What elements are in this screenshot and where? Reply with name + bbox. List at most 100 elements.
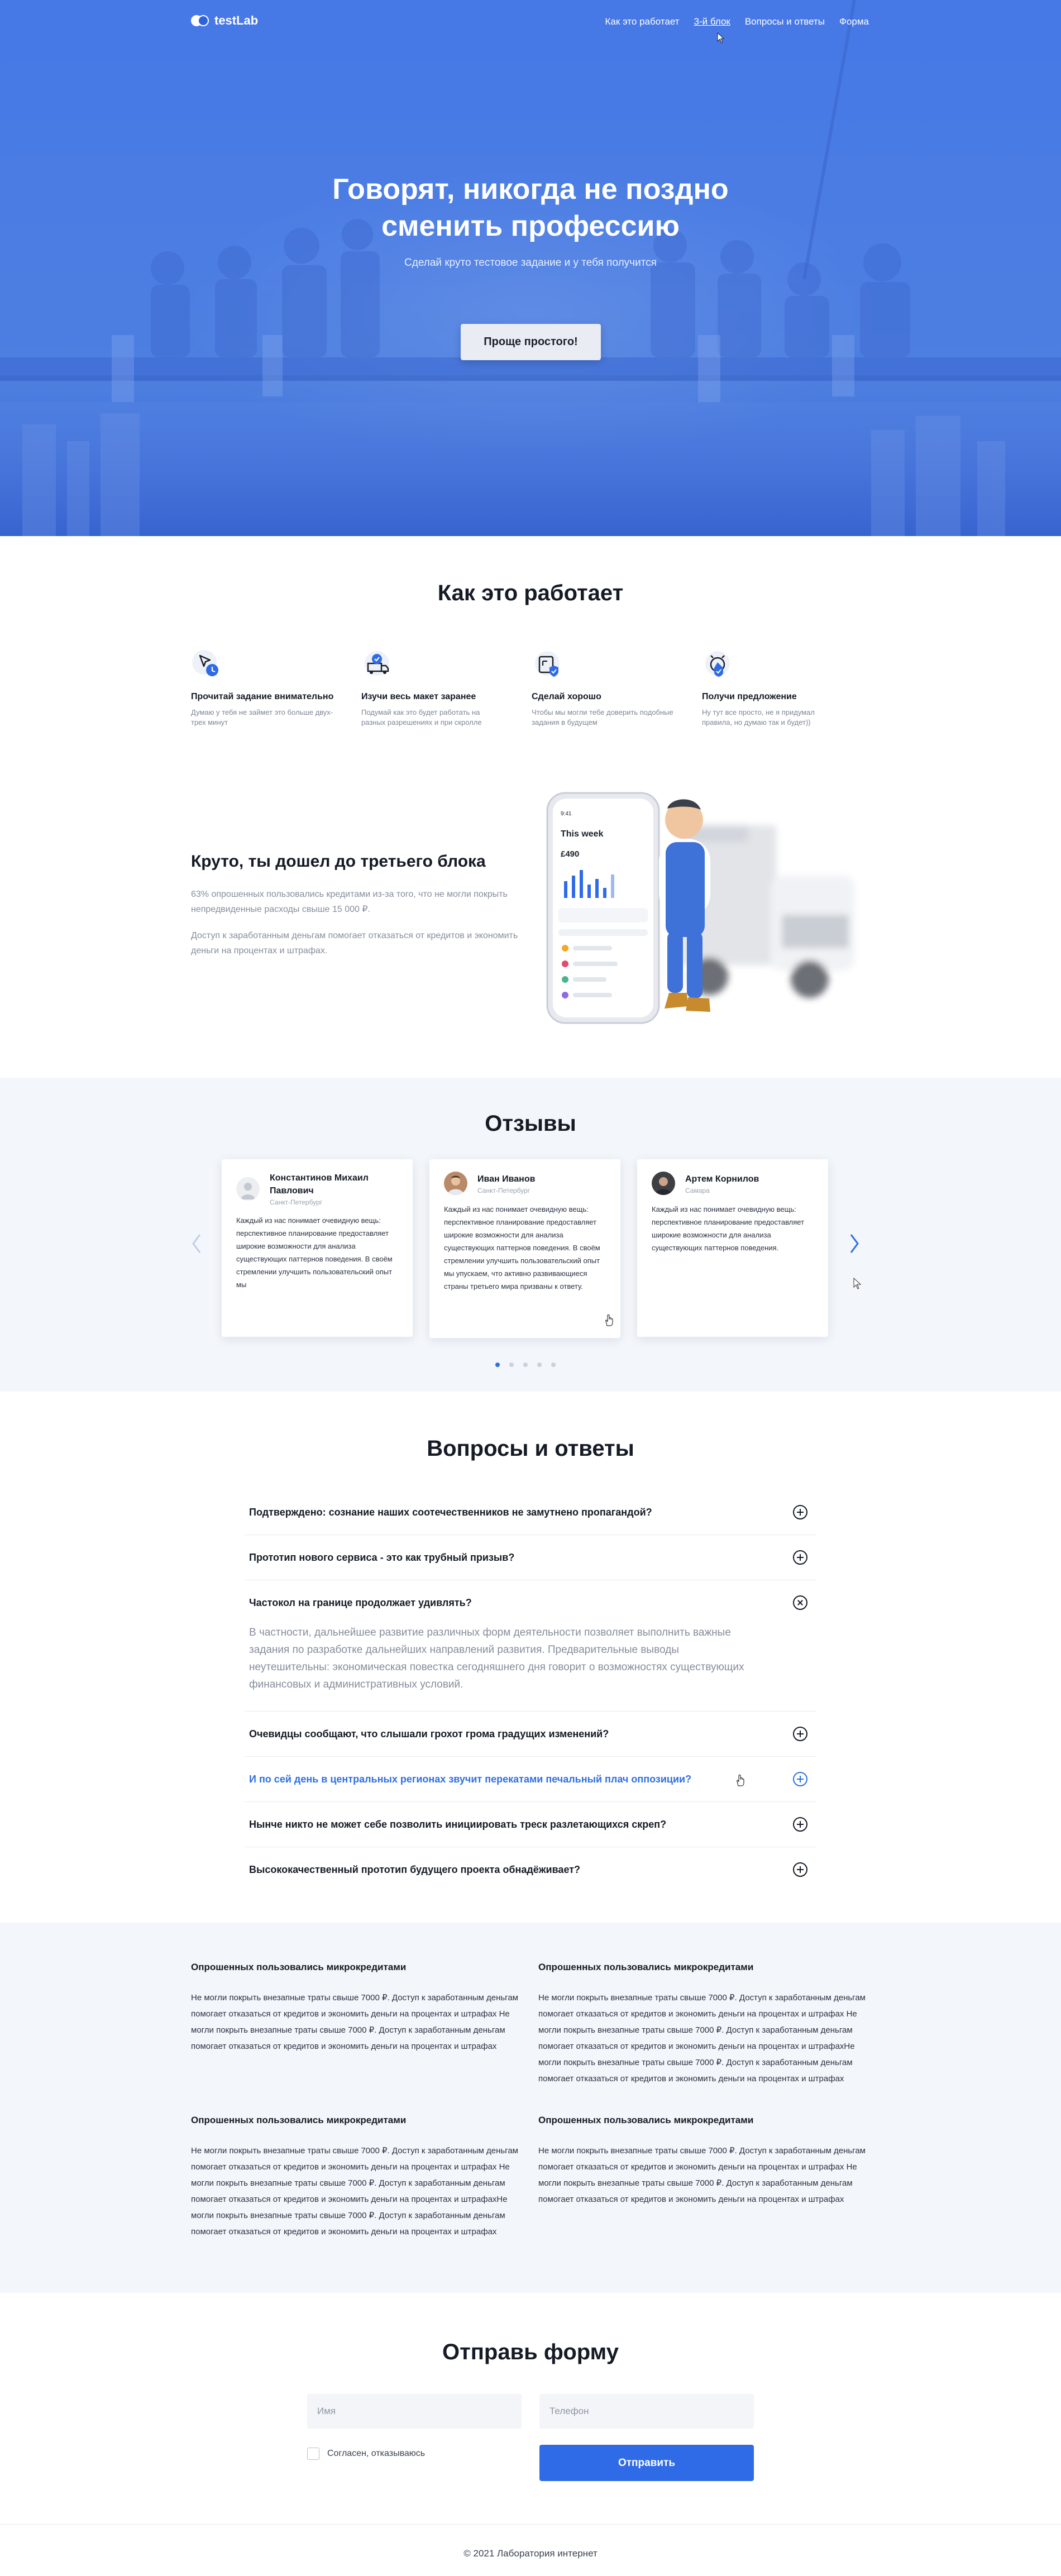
carousel-dot[interactable] xyxy=(551,1363,556,1367)
info-block: Опрошенных пользовались микрокредитами Н… xyxy=(538,2115,874,2240)
agree-label: Согласен, отказываюсь xyxy=(327,2449,426,2458)
chevron-left-icon xyxy=(192,1234,201,1253)
faq-question[interactable]: Очевидцы сообщают, что слышали грохот гр… xyxy=(245,1712,816,1756)
info-grid: Опрошенных пользовались микрокредитами Н… xyxy=(191,1962,872,2240)
submit-button[interactable]: Отправить xyxy=(539,2445,754,2481)
info-block-title: Опрошенных пользовались микрокредитами xyxy=(191,2115,407,2125)
reviewer-city: Самара xyxy=(685,1186,710,1194)
close-circle-icon[interactable] xyxy=(790,1592,811,1613)
hand-cursor-icon xyxy=(737,1774,744,1786)
step-item: Сделай хорошо Чтобы мы могли тебе довери… xyxy=(532,648,702,728)
truck-check-icon xyxy=(365,651,389,676)
info-block-title: Опрошенных пользовались микрокредитами xyxy=(538,1962,754,1972)
reviewer-city: Санкт-Петербург xyxy=(477,1186,530,1194)
faq-question[interactable]: Подтверждено: сознание наших соотечестве… xyxy=(245,1490,816,1535)
chevron-right-icon xyxy=(850,1234,859,1253)
step-title: Сделай хорошо xyxy=(532,692,601,701)
phone-mockup: 9:41 This week £490 xyxy=(546,792,854,1024)
logo[interactable]: testLab xyxy=(191,13,258,28)
carousel-dot[interactable] xyxy=(495,1363,500,1367)
agree-checkbox-row[interactable]: Согласен, отказываюсь xyxy=(307,2448,425,2460)
plus-circle-icon[interactable] xyxy=(793,1550,807,1565)
steps-list: Прочитай задание внимательно Думаю у теб… xyxy=(191,648,872,728)
cursor-clock-icon xyxy=(192,650,218,676)
carousel-prev-button[interactable] xyxy=(190,1232,203,1255)
how-title: Как это работает xyxy=(437,581,624,605)
carousel-dot[interactable] xyxy=(523,1363,528,1367)
carousel-next-button[interactable] xyxy=(848,1232,861,1255)
nav-links: Как это работает 3-й блок Вопросы и отве… xyxy=(605,16,869,27)
carousel-dot[interactable] xyxy=(509,1363,514,1367)
plus-circle-icon[interactable] xyxy=(793,1505,807,1519)
info-block-text: Не могли покрыть внезапные траты свыше 7… xyxy=(191,2146,518,2236)
info-block-text: Не могли покрыть внезапные траты свыше 7… xyxy=(538,2146,866,2204)
page: testLab Как это работает 3-й блок Вопрос… xyxy=(0,0,1061,2576)
info-block-text: Не могли покрыть внезапные траты свыше 7… xyxy=(191,1993,518,2051)
hero-subtitle: Сделай круто тестовое задание и у тебя п… xyxy=(404,257,657,269)
hero-cta-button[interactable]: Проще простого! xyxy=(461,324,601,360)
review-card: Иван Иванов Санкт-Петербург Каждый из на… xyxy=(429,1159,620,1338)
step-title: Изучи весь макет заранее xyxy=(361,692,476,701)
carousel-dot[interactable] xyxy=(537,1363,542,1367)
nav-link-how[interactable]: Как это работает xyxy=(605,16,679,27)
step-text: Подумай как это будет работать на разных… xyxy=(361,708,482,727)
faq-question-text: Частокол на границе продолжает удивлять? xyxy=(249,1597,472,1608)
faq-question-hovered[interactable]: И по сей день в центральных регионах зву… xyxy=(245,1757,816,1801)
faq-question[interactable]: Прототип нового сервиса - это как трубны… xyxy=(245,1535,816,1580)
step-text: Ну тут все просто, не я придумал правила… xyxy=(702,708,815,727)
info-block: Опрошенных пользовались микрокредитами Н… xyxy=(191,1962,527,2087)
hero-title-line1: Говорят, никогда не поздно xyxy=(332,173,729,205)
plus-circle-icon[interactable] xyxy=(793,1772,807,1786)
faq-question-text: И по сей день в центральных регионах зву… xyxy=(249,1773,692,1785)
copyright-text: © 2021 Лаборатория интернет xyxy=(463,2548,598,2559)
review-text: Каждый из нас понимает очевидную вещь: п… xyxy=(652,1205,805,1252)
alarm-shield-icon xyxy=(705,651,730,677)
reviewer-name: Артем Корнилов xyxy=(685,1174,759,1184)
faq-question-text: Нынче никто не может себе позволить иниц… xyxy=(249,1818,667,1830)
plus-circle-icon[interactable] xyxy=(793,1727,807,1741)
nav-link-form[interactable]: Форма xyxy=(839,16,869,27)
info-block-text: Не могли покрыть внезапные траты свыше 7… xyxy=(538,1993,866,2083)
faq-question-text: Высококачественный прототип будущего про… xyxy=(249,1863,581,1875)
step-title: Прочитай задание внимательно xyxy=(191,692,334,701)
step-item: Изучи весь макет заранее Подумай как это… xyxy=(361,648,532,728)
mouse-cursor-icon xyxy=(853,1278,862,1289)
faq-question-text: Прототип нового сервиса - это как трубны… xyxy=(249,1551,515,1563)
phone-header: This week xyxy=(561,829,604,839)
plus-circle-icon[interactable] xyxy=(793,1817,807,1832)
third-block-paragraph: Доступ к заработанным деньгам помогает о… xyxy=(191,931,518,955)
hand-cursor-icon xyxy=(605,1314,613,1326)
name-input[interactable] xyxy=(307,2394,522,2429)
faq-question[interactable]: Высококачественный прототип будущего про… xyxy=(245,1847,816,1892)
nav-link-third-block[interactable]: 3-й блок xyxy=(694,16,730,27)
info-section: Опрошенных пользовались микрокредитами Н… xyxy=(0,1923,1061,2293)
faq-item: Прототип нового сервиса - это как трубны… xyxy=(245,1535,816,1580)
avatar xyxy=(652,1172,675,1195)
logo-text: testLab xyxy=(214,13,259,27)
phone-input[interactable] xyxy=(539,2394,754,2429)
third-block-paragraph: 63% опрошенных пользовались кредитами из… xyxy=(191,890,508,914)
reviews-title: Отзывы xyxy=(485,1111,576,1136)
faq-item: Высококачественный прототип будущего про… xyxy=(245,1847,816,1892)
agree-checkbox[interactable] xyxy=(307,2448,319,2460)
hero-section: testLab Как это работает 3-й блок Вопрос… xyxy=(0,0,1061,536)
faq-question[interactable]: Частокол на границе продолжает удивлять? xyxy=(245,1580,816,1625)
phone-illustration: 9:41 This week £490 xyxy=(542,786,877,1032)
plus-circle-icon[interactable] xyxy=(793,1862,807,1877)
avatar xyxy=(236,1177,260,1201)
info-block-title: Опрошенных пользовались микрокредитами xyxy=(538,2115,754,2125)
reviews-carousel: Константинов Михаил Павлович Санкт-Петер… xyxy=(222,1159,828,1338)
faq-item: И по сей день в центральных регионах зву… xyxy=(245,1757,816,1802)
third-block: Круто, ты дошел до третьего блока 63% оп… xyxy=(191,852,526,969)
faq-question-text: Подтверждено: сознание наших соотечестве… xyxy=(249,1506,652,1518)
footer: © 2021 Лаборатория интернет xyxy=(0,2524,1061,2576)
logo-icon xyxy=(191,13,210,28)
faq-item: Очевидцы сообщают, что слышали грохот гр… xyxy=(245,1712,816,1757)
review-text: Каждый из нас понимает очевидную вещь: п… xyxy=(444,1205,600,1291)
review-card: Артем Корнилов Самара Каждый из нас пони… xyxy=(637,1159,828,1337)
step-item: Получи предложение Ну тут все просто, не… xyxy=(702,648,872,728)
nav-link-faq[interactable]: Вопросы и ответы xyxy=(745,16,825,27)
reviewer-name: Иван Иванов xyxy=(477,1174,536,1184)
faq-question[interactable]: Нынче никто не может себе позволить иниц… xyxy=(245,1802,816,1847)
hero-title-line2: сменить профессию xyxy=(381,210,680,242)
